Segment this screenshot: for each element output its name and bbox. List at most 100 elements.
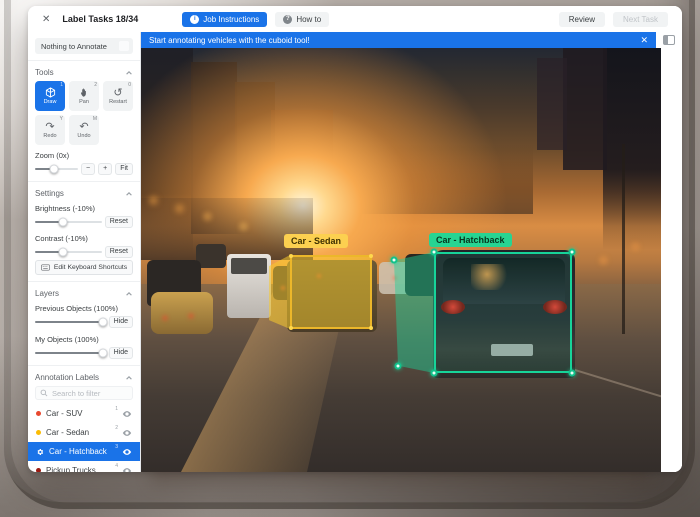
- hand-icon: [79, 87, 90, 98]
- label-name: Car - Sedan: [46, 428, 117, 437]
- draw-kbd: 1: [60, 82, 63, 88]
- cuboid-corner[interactable]: [369, 326, 373, 330]
- restart-kbd: 0: [128, 82, 131, 88]
- top-toolbar: ✕ Label Tasks 18/34 i Job Instructions ?…: [28, 6, 682, 32]
- sedan-cuboid-front-face[interactable]: [290, 255, 372, 329]
- annotation-labels-title: Annotation Labels: [35, 373, 99, 382]
- hint-banner: Start annotating vehicles with the cuboi…: [141, 32, 656, 48]
- sidebar: Nothing to Annotate Tools 1 Draw 2: [28, 32, 141, 472]
- info-icon: i: [190, 15, 199, 24]
- cuboid-corner[interactable]: [289, 326, 293, 330]
- previous-objects-hide-button[interactable]: Hide: [109, 316, 133, 328]
- draw-tool-button[interactable]: 1 Draw: [35, 81, 65, 111]
- zoom-out-button[interactable]: −: [81, 163, 95, 175]
- label-row-pickup-trucks[interactable]: Pickup Trucks 4: [28, 461, 140, 472]
- zoom-fit-button[interactable]: Fit: [115, 163, 133, 175]
- label-kbd: 3: [115, 444, 118, 450]
- how-to-button[interactable]: ? How to: [275, 12, 329, 27]
- brightness-label: Brightness (-10%): [35, 204, 133, 213]
- tools-section-header[interactable]: Tools: [35, 67, 133, 81]
- next-task-button[interactable]: Next Task: [613, 12, 668, 27]
- toggle-panel-button[interactable]: [656, 32, 682, 48]
- label-row-car-hatchback[interactable]: Car - Hatchback 3: [28, 442, 140, 461]
- chevron-up-icon: [125, 69, 133, 77]
- job-instructions-button[interactable]: i Job Instructions: [182, 12, 267, 27]
- sedan-cuboid-side-face[interactable]: [269, 255, 290, 329]
- eye-icon[interactable]: [122, 409, 132, 419]
- annotation-canvas[interactable]: Car - Sedan Car - Hatchback: [141, 48, 661, 472]
- cuboid-handle[interactable]: [395, 363, 402, 370]
- how-to-label: How to: [296, 15, 321, 24]
- question-icon: ?: [283, 15, 292, 24]
- my-objects-slider[interactable]: [35, 348, 106, 358]
- label-kbd: 1: [115, 406, 118, 412]
- label-name: Car - SUV: [46, 409, 117, 418]
- tools-title: Tools: [35, 68, 54, 77]
- previous-objects-slider[interactable]: [35, 317, 106, 327]
- label-name: Car - Hatchback: [49, 447, 117, 456]
- contrast-reset-button[interactable]: Reset: [105, 246, 133, 258]
- chevron-up-icon: [125, 374, 133, 382]
- main-area: Start annotating vehicles with the cuboi…: [141, 32, 682, 472]
- layers-section-header[interactable]: Layers: [35, 288, 133, 302]
- cuboid-handle[interactable]: [569, 249, 576, 256]
- label-kbd: 4: [115, 463, 118, 469]
- cuboid-handle[interactable]: [431, 249, 438, 256]
- contrast-label: Contrast (-10%): [35, 234, 133, 243]
- cuboid-handle[interactable]: [391, 257, 398, 264]
- settings-title: Settings: [35, 189, 64, 198]
- undo-icon: ↶: [79, 122, 88, 132]
- redo-tool-button[interactable]: Y ↷ Redo: [35, 115, 65, 145]
- settings-section-header[interactable]: Settings: [35, 188, 133, 202]
- draw-label: Draw: [44, 99, 57, 105]
- app-window: ✕ Label Tasks 18/34 i Job Instructions ?…: [28, 6, 682, 472]
- cuboid-handle[interactable]: [569, 370, 576, 377]
- layers-title: Layers: [35, 289, 59, 298]
- undo-kbd: M: [93, 116, 97, 122]
- restart-label: Restart: [109, 99, 127, 105]
- annotation-tag-sedan[interactable]: Car - Sedan: [284, 234, 348, 248]
- undo-tool-button[interactable]: M ↶ Undo: [69, 115, 99, 145]
- tool-buttons: 1 Draw 2 Pan 0 ↺ Restart: [35, 81, 133, 145]
- eye-icon[interactable]: [122, 428, 132, 438]
- cuboid-corner[interactable]: [369, 254, 373, 258]
- annotation-tag-hatchback[interactable]: Car - Hatchback: [429, 233, 512, 247]
- my-objects-hide-button[interactable]: Hide: [109, 347, 133, 359]
- hatchback-cuboid-side-face[interactable]: [394, 252, 434, 373]
- label-color-dot: [36, 468, 41, 472]
- zoom-in-button[interactable]: +: [98, 163, 112, 175]
- previous-objects-label: Previous Objects (100%): [35, 304, 133, 313]
- label-row-car-sedan[interactable]: Car - Sedan 2: [28, 423, 140, 442]
- pan-tool-button[interactable]: 2 Pan: [69, 81, 99, 111]
- zoom-slider[interactable]: [35, 164, 78, 174]
- cuboid-corner[interactable]: [289, 254, 293, 258]
- nothing-to-annotate-select[interactable]: Nothing to Annotate: [35, 38, 133, 54]
- brightness-slider[interactable]: [35, 217, 102, 227]
- eye-icon[interactable]: [122, 447, 132, 457]
- banner-close-icon[interactable]: ✕: [640, 35, 648, 46]
- restart-tool-button[interactable]: 0 ↺ Restart: [103, 81, 133, 111]
- brightness-reset-button[interactable]: Reset: [105, 216, 133, 228]
- redo-label: Redo: [43, 133, 56, 139]
- contrast-slider[interactable]: [35, 247, 102, 257]
- label-color-dot: [36, 411, 41, 416]
- edit-keyboard-shortcuts-label: Edit Keyboard Shortcuts: [54, 264, 127, 271]
- label-name: Pickup Trucks: [46, 466, 117, 472]
- annotation-labels-section-header[interactable]: Annotation Labels: [35, 372, 133, 386]
- distant-traffic-band: [141, 198, 313, 260]
- edit-keyboard-shortcuts-button[interactable]: Edit Keyboard Shortcuts: [35, 260, 133, 275]
- label-color-dot: [36, 430, 41, 435]
- keyboard-icon: [41, 264, 50, 271]
- gear-icon[interactable]: [36, 448, 44, 456]
- label-search: [35, 386, 133, 400]
- chevron-up-icon: [125, 290, 133, 298]
- search-input[interactable]: [52, 389, 132, 398]
- review-button[interactable]: Review: [559, 12, 605, 27]
- panel-icon: [663, 35, 675, 45]
- white-van: [227, 254, 271, 318]
- cuboid-handle[interactable]: [431, 370, 438, 377]
- close-icon[interactable]: ✕: [38, 14, 54, 25]
- hatchback-cuboid-front-face[interactable]: [434, 252, 572, 373]
- eye-icon[interactable]: [122, 466, 132, 473]
- label-row-car-suv[interactable]: Car - SUV 1: [28, 404, 140, 423]
